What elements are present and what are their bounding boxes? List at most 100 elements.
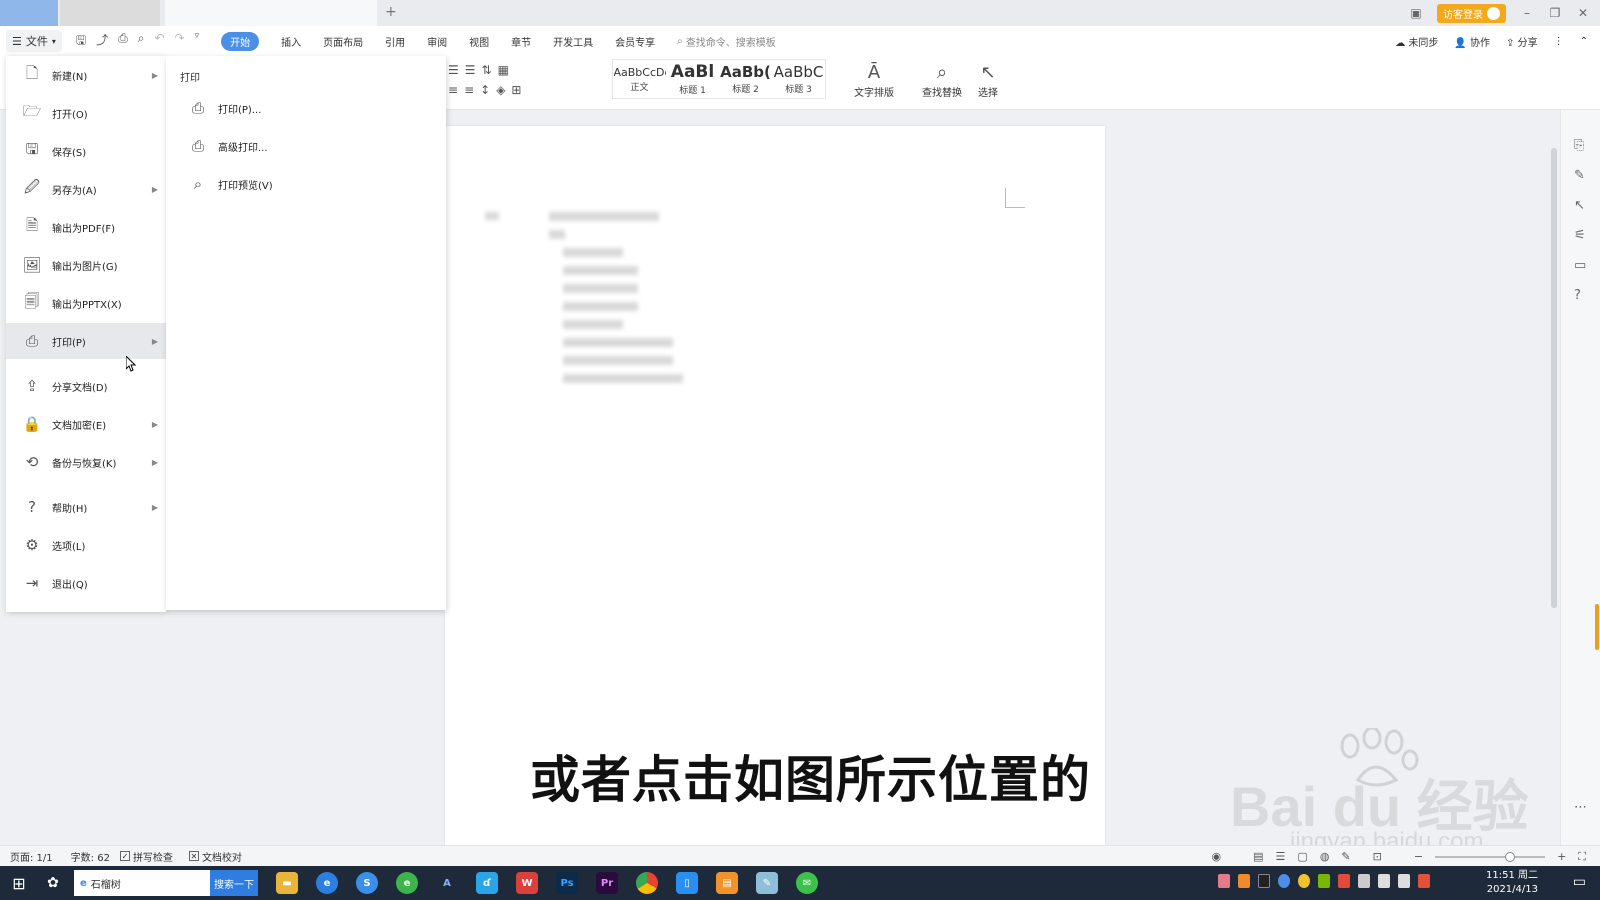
print-preview-icon[interactable]: ⌕ <box>138 31 145 52</box>
blurred-tab-active[interactable] <box>165 0 377 26</box>
phone-app-icon[interactable]: ▯ <box>676 872 698 894</box>
command-search[interactable]: ⌕ 查找命令、搜索模板 <box>677 34 776 49</box>
outdent-icon[interactable]: ☰ <box>465 63 482 77</box>
blurred-tab-1[interactable] <box>0 0 58 26</box>
more-icon[interactable]: ⋮ <box>1554 36 1564 47</box>
more-horizontal-icon[interactable]: ⋯ <box>1574 800 1587 815</box>
file-menu-item[interactable]: 🖼 输出为图片(G) <box>6 247 166 283</box>
select-button[interactable]: ↖ 选择 <box>978 62 998 99</box>
collab-button[interactable]: 👤 协作 <box>1454 34 1490 49</box>
file-menu-item[interactable]: ⇪ 分享文档(D) <box>6 368 166 404</box>
vector-app-icon[interactable]: A <box>436 872 458 894</box>
tab-references[interactable]: 引用 <box>385 34 405 49</box>
pen-mode-icon[interactable]: ✎ <box>1341 850 1350 863</box>
restore-icon[interactable]: ❐ <box>1548 6 1562 20</box>
tab-chapter[interactable]: 章节 <box>511 34 531 49</box>
file-menu-item[interactable]: 🗎 输出为PDF(F) <box>6 209 166 245</box>
word-count[interactable]: 字数: 62 <box>71 849 110 864</box>
file-menu-item[interactable]: 🔒 文档加密(E) ▶ <box>6 406 166 442</box>
tray-penguin-icon[interactable] <box>1258 874 1270 888</box>
document-page[interactable] <box>445 126 1105 845</box>
save-icon[interactable]: 🖫 <box>76 31 86 52</box>
align-center-icon[interactable]: ≡ <box>464 83 480 97</box>
zoom-in-icon[interactable]: + <box>1557 850 1566 863</box>
close-icon[interactable]: ✕ <box>1576 6 1590 20</box>
file-menu-button[interactable]: ☰ 文件 ▾ <box>6 30 62 52</box>
tray-flower-icon[interactable] <box>1218 874 1230 888</box>
layout-icon[interactable]: ▣ <box>1409 6 1423 20</box>
tab-review[interactable]: 审阅 <box>427 34 447 49</box>
style-panel-icon[interactable]: ⎘ <box>1574 138 1584 153</box>
redo-icon[interactable]: ↷ <box>175 31 185 52</box>
text-layout-button[interactable]: Ā 文字排版 <box>854 62 894 99</box>
zoom-fit-icon[interactable]: ⊡ <box>1373 850 1382 863</box>
border-icon[interactable]: ⊞ <box>511 83 527 97</box>
find-replace-button[interactable]: ⌕ 查找替换 <box>922 62 962 99</box>
sync-button[interactable]: ☁ 未同步 <box>1395 34 1438 49</box>
settings-sliders-icon[interactable]: ⚟ <box>1574 228 1586 243</box>
minimize-icon[interactable]: – <box>1520 6 1534 20</box>
export-icon[interactable]: ⤴ <box>96 31 108 52</box>
undo-icon[interactable]: ↶ <box>154 31 164 52</box>
tray-wps-icon[interactable] <box>1418 874 1430 888</box>
eye-icon[interactable]: ◉ <box>1212 850 1222 863</box>
tab-page-layout[interactable]: 页面布局 <box>323 34 363 49</box>
page-count[interactable]: 页面: 1/1 <box>10 849 53 864</box>
tab-member[interactable]: 会员专享 <box>615 34 655 49</box>
file-menu-item[interactable]: ⎙ 打印(P) ▶ <box>6 323 166 359</box>
zoom-slider[interactable] <box>1435 851 1546 862</box>
indent-icon[interactable]: ☰ <box>448 63 465 77</box>
table-icon[interactable]: ▦ <box>498 63 515 77</box>
globe-icon[interactable]: ◍ <box>1320 850 1330 863</box>
notes-app-icon[interactable]: ✎ <box>756 872 778 894</box>
file-menu-item[interactable]: 🖫 保存(S) <box>6 133 166 169</box>
green-browser-icon[interactable]: e <box>396 872 418 894</box>
file-menu-item[interactable]: ? 帮助(H) ▶ <box>6 489 166 525</box>
chrome-icon[interactable] <box>636 872 658 894</box>
tab-home[interactable]: 开始 <box>221 31 260 51</box>
cursor-icon[interactable]: ↖ <box>1574 198 1585 213</box>
print-preview-item[interactable]: ⌕ 打印预览(V) <box>166 167 446 201</box>
print-item[interactable]: ⎙ 打印(P)... <box>166 91 446 125</box>
taskbar-clock[interactable]: 11:51 周二 2021/4/13 <box>1486 869 1538 897</box>
tray-orange-icon[interactable] <box>1238 874 1250 888</box>
sort-icon[interactable]: ⇅ <box>482 63 498 77</box>
file-menu-item[interactable]: 🖉 另存为(A) ▶ <box>6 171 166 207</box>
tray-network-icon[interactable] <box>1398 874 1410 888</box>
taskbar-search-button[interactable]: 搜索一下 <box>210 870 258 896</box>
tray-sogou-icon[interactable] <box>1278 874 1290 888</box>
vertical-scrollbar[interactable] <box>1550 128 1558 608</box>
box-icon[interactable]: ▭ <box>1574 258 1586 273</box>
file-menu-item[interactable]: 🗋 新建(N) ▶ <box>6 57 166 93</box>
orange-app-icon[interactable]: ▤ <box>716 872 738 894</box>
file-menu-item[interactable]: ⟲ 备份与恢复(K) ▶ <box>6 444 166 480</box>
tab-developer[interactable]: 开发工具 <box>553 34 593 49</box>
help-circle-icon[interactable]: ? <box>1574 288 1581 303</box>
fullscreen-icon[interactable]: ⛶ <box>1578 850 1586 864</box>
advanced-print-item[interactable]: ⎙ 高级打印... <box>166 129 446 163</box>
outline-view-icon[interactable]: ☰ <box>1276 850 1286 863</box>
zoom-out-icon[interactable]: − <box>1414 850 1423 863</box>
align-left-icon[interactable]: ≡ <box>448 83 464 97</box>
style-heading-1[interactable]: AaBl 标题 1 <box>666 60 719 98</box>
new-tab-icon[interactable]: + <box>385 4 397 20</box>
tab-view[interactable]: 视图 <box>469 34 489 49</box>
style-normal[interactable]: AaBbCcDc 正文 <box>613 60 666 98</box>
style-heading-3[interactable]: AaBbC 标题 3 <box>772 60 825 98</box>
taskbar-search-box[interactable]: e 石榴树 <box>74 870 210 896</box>
doc-proof-toggle[interactable]: ✕ 文档校对 <box>188 849 242 864</box>
style-heading-2[interactable]: AaBb( 标题 2 <box>719 60 772 98</box>
tray-yellow-icon[interactable] <box>1298 874 1310 888</box>
tab-insert[interactable]: 插入 <box>281 34 301 49</box>
file-explorer-icon[interactable]: ▬ <box>276 872 298 894</box>
wps-icon[interactable]: W <box>516 872 538 894</box>
page-view-icon[interactable]: ▤ <box>1253 850 1263 863</box>
blurred-tab-2[interactable] <box>60 0 160 26</box>
tray-red-icon[interactable] <box>1338 874 1350 888</box>
file-menu-item[interactable]: 🗐 输出为PPTX(X) <box>6 285 166 321</box>
wechat-icon[interactable]: ✉ <box>796 872 818 894</box>
sogou-icon[interactable]: S <box>356 872 378 894</box>
share-button[interactable]: ⇪ 分享 <box>1506 34 1538 49</box>
premiere-icon[interactable]: Pr <box>596 872 618 894</box>
tray-mic-icon[interactable] <box>1378 874 1390 888</box>
